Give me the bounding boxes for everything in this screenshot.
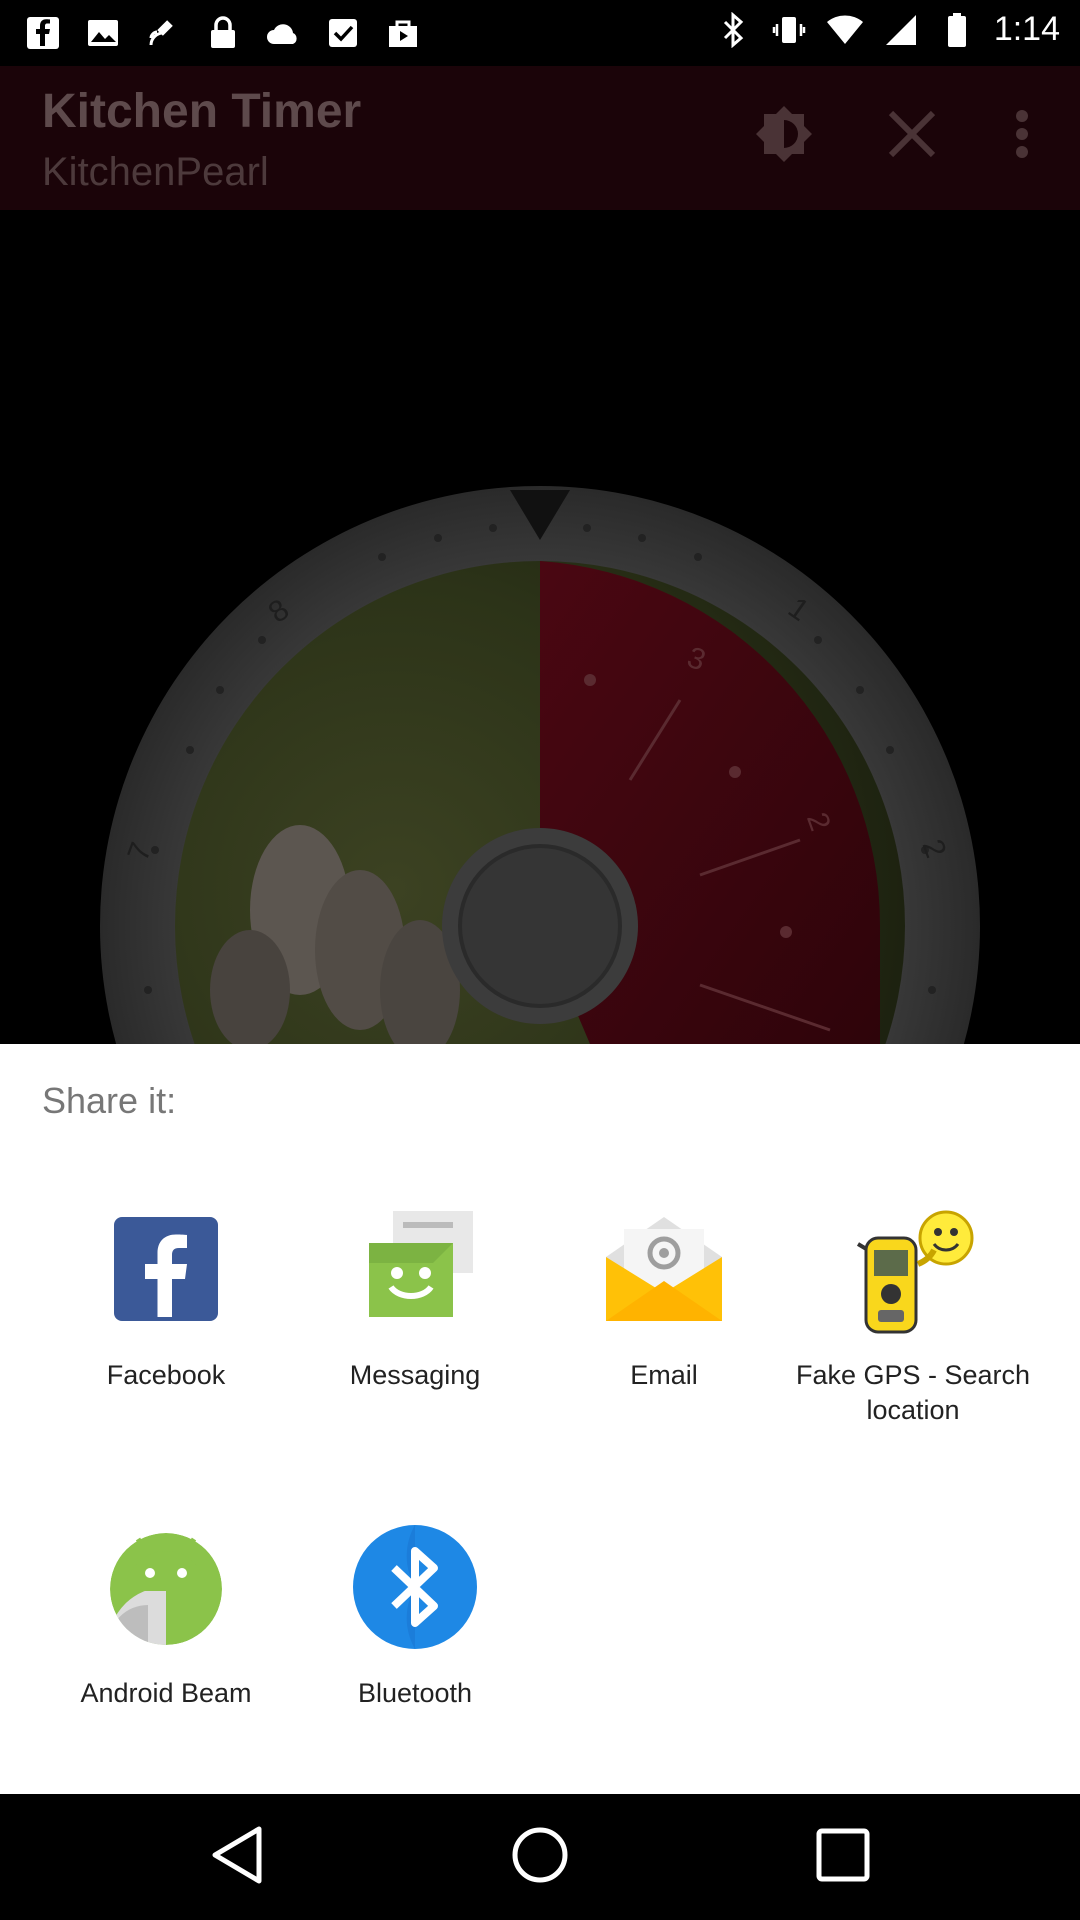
- system-icons: 1:14: [714, 10, 1060, 49]
- facebook-icon: [101, 1204, 231, 1334]
- signal-icon: [882, 11, 920, 49]
- gallery-icon: [84, 14, 122, 52]
- status-bar: 1:14: [0, 0, 1080, 66]
- share-target-label: Bluetooth: [357, 1678, 473, 1708]
- app-title: Kitchen Timer: [42, 85, 362, 138]
- lock-icon: [204, 14, 242, 52]
- timer-dial-area: 8 7 1 2 3 2: [0, 210, 1080, 1044]
- back-button[interactable]: [202, 1822, 272, 1892]
- share-target-messaging[interactable]: Messaging: [290, 1204, 540, 1393]
- email-icon: [599, 1204, 729, 1334]
- timer-dial[interactable]: 8 7 1 2 3 2: [0, 210, 1080, 1044]
- vibrate-icon: [770, 11, 808, 49]
- home-button[interactable]: [505, 1822, 575, 1892]
- wifi-icon: [826, 11, 864, 49]
- share-sheet: Share it: Facebook Messaging Email Fake …: [0, 1044, 1080, 1794]
- share-target-email[interactable]: Email: [539, 1204, 789, 1393]
- facebook-notification-icon: [24, 14, 62, 52]
- app-subtitle: KitchenPearl: [42, 150, 269, 194]
- close-button[interactable]: [880, 104, 944, 168]
- back-icon: [209, 1825, 265, 1890]
- satellite-icon: [144, 14, 182, 52]
- messaging-icon: [350, 1204, 480, 1334]
- app-toolbar: Kitchen Timer KitchenPearl: [0, 66, 1080, 210]
- brightness-button[interactable]: [752, 104, 816, 168]
- share-target-label: Android Beam: [80, 1678, 252, 1708]
- clock: 1:14: [993, 10, 1060, 48]
- close-icon: [887, 109, 937, 164]
- brightness-icon: [754, 104, 814, 169]
- share-target-label: Facebook: [106, 1360, 226, 1390]
- cloud-icon: [264, 14, 302, 52]
- share-target-android-beam[interactable]: Android Beam: [41, 1522, 291, 1711]
- fake-gps-icon: [848, 1204, 978, 1334]
- share-target-label: Messaging: [349, 1360, 481, 1390]
- notification-icons: [24, 14, 422, 52]
- android-beam-icon: [101, 1522, 231, 1652]
- share-target-label: Fake GPS - Search location: [795, 1360, 1031, 1425]
- more-options-button[interactable]: [990, 104, 1054, 168]
- share-sheet-title: Share it:: [42, 1080, 177, 1121]
- bluetooth-icon: [350, 1522, 480, 1652]
- bluetooth-status-icon: [714, 11, 752, 49]
- battery-icon: [938, 11, 976, 49]
- home-icon: [510, 1825, 570, 1890]
- share-target-fake-gps[interactable]: Fake GPS - Search location: [788, 1204, 1038, 1428]
- share-target-bluetooth[interactable]: Bluetooth: [290, 1522, 540, 1711]
- more-vert-icon: [1014, 109, 1030, 164]
- recents-button[interactable]: [808, 1822, 878, 1892]
- share-target-facebook[interactable]: Facebook: [41, 1204, 291, 1393]
- navigation-bar: [0, 1794, 1080, 1920]
- shop-icon: [384, 14, 422, 52]
- recents-icon: [815, 1827, 871, 1888]
- share-target-label: Email: [630, 1360, 698, 1390]
- check-box-icon: [324, 14, 362, 52]
